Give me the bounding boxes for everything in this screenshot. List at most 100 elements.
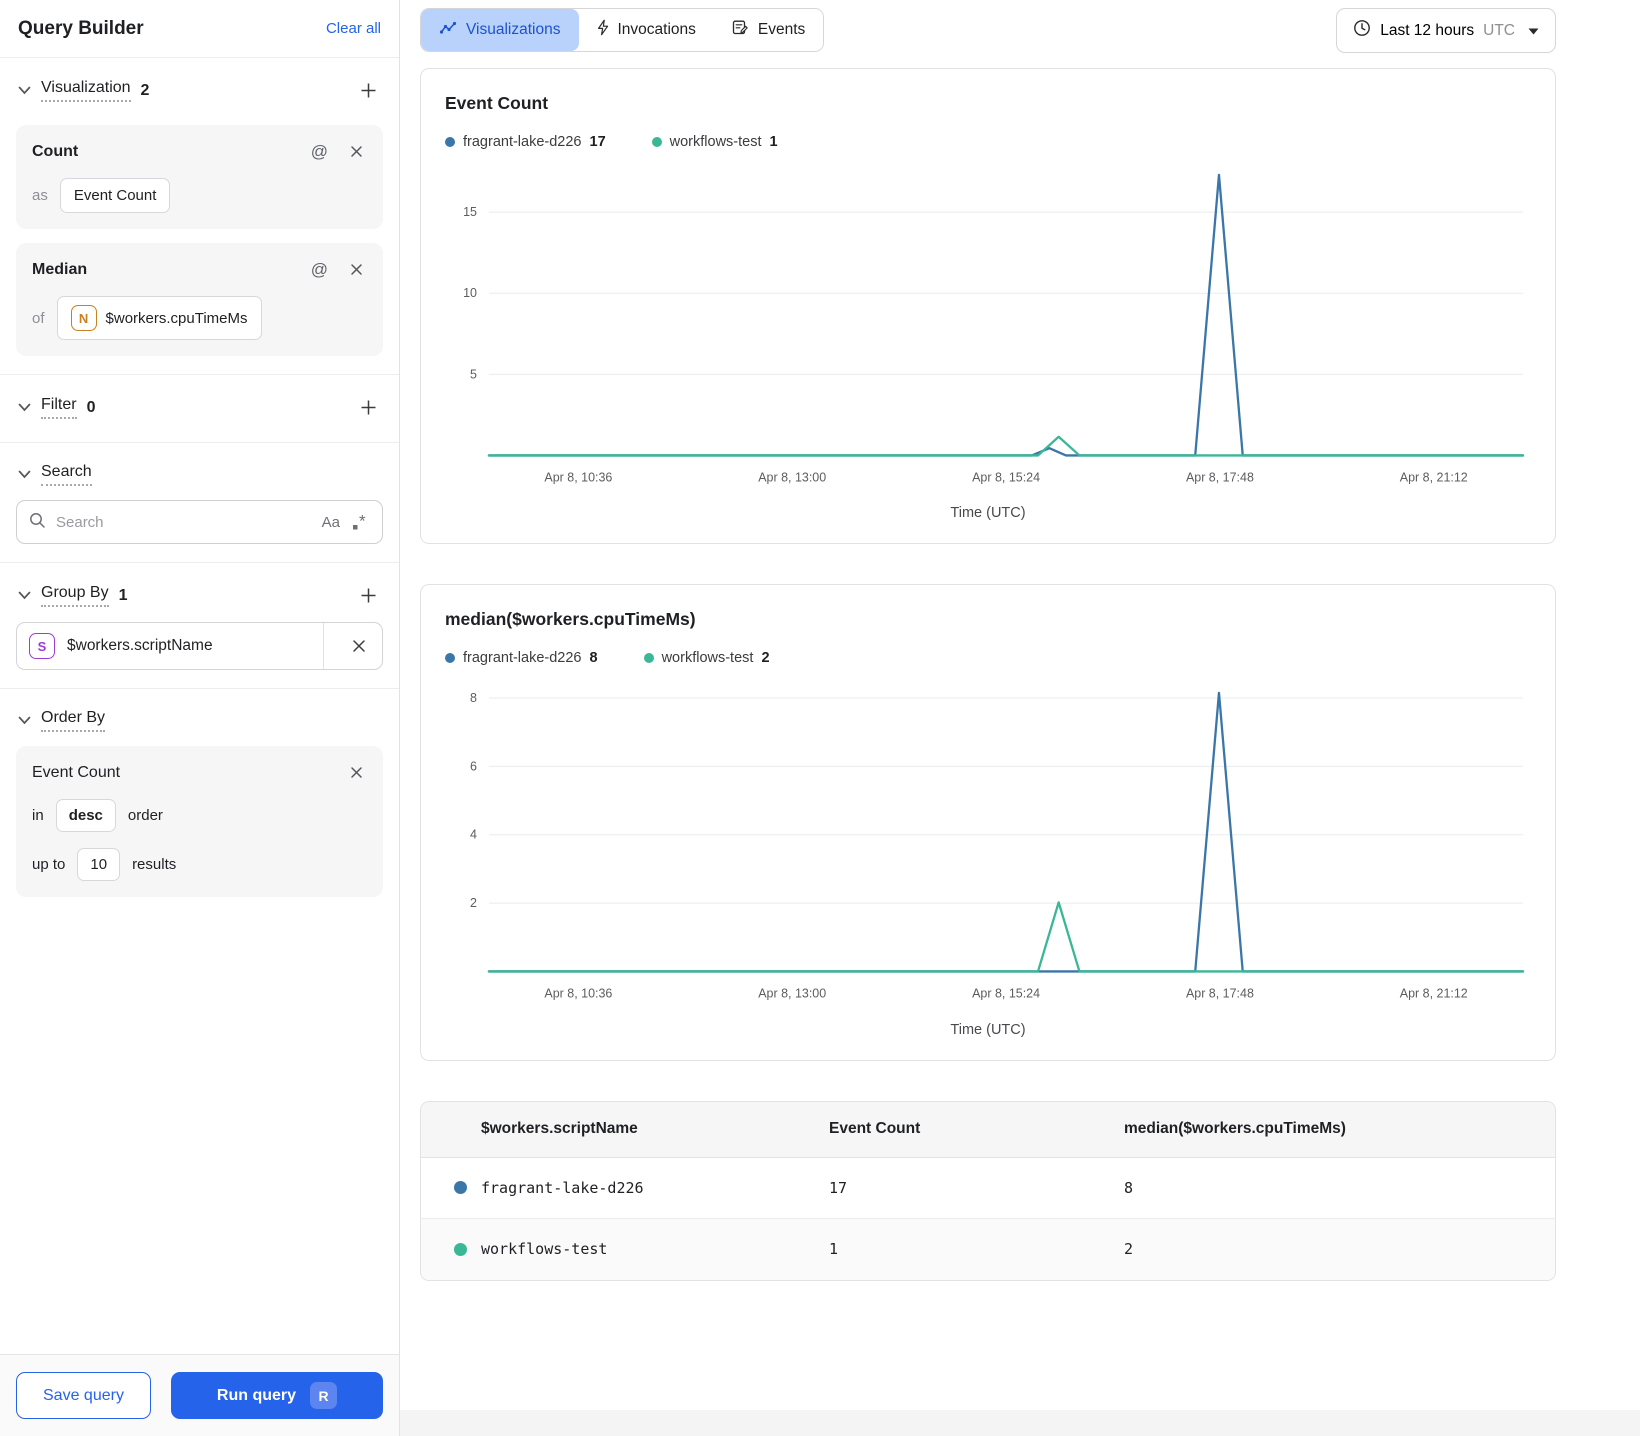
- at-sign-icon[interactable]: @: [311, 142, 328, 162]
- in-label: in: [32, 807, 44, 824]
- search-section-label[interactable]: Search: [41, 463, 92, 486]
- plus-icon: [361, 400, 376, 415]
- legend-item[interactable]: workflows-test 1: [651, 134, 778, 150]
- series-total: 2: [761, 650, 770, 667]
- tab-invocations[interactable]: Invocations: [578, 9, 714, 51]
- clear-all-button[interactable]: Clear all: [326, 20, 381, 37]
- visualization-count: 2: [140, 81, 150, 99]
- add-filter-button[interactable]: [356, 395, 381, 420]
- add-group-by-button[interactable]: [356, 583, 381, 608]
- page-title: Query Builder: [18, 17, 144, 39]
- series-total: 17: [589, 134, 606, 150]
- time-range-select[interactable]: Last 12 hours UTC: [1336, 8, 1556, 53]
- visualization-card-title: Median: [32, 260, 88, 278]
- remove-visualization-button[interactable]: [346, 259, 367, 280]
- svg-text:Apr 8, 15:24: Apr 8, 15:24: [972, 987, 1040, 1001]
- keyboard-shortcut-badge: R: [310, 1382, 338, 1409]
- series-dot: [445, 653, 455, 664]
- chevron-down-icon[interactable]: [18, 712, 31, 729]
- section-filter: Filter 0: [0, 375, 399, 443]
- series-dot: [454, 1242, 467, 1256]
- series-name: fragrant-lake-d226: [463, 650, 582, 667]
- column-header-event-count[interactable]: Event Count: [829, 1120, 1124, 1138]
- script-name-cell: workflows-test: [481, 1240, 608, 1259]
- group-by-item[interactable]: S $workers.scriptName: [16, 622, 383, 670]
- up-to-label: up to: [32, 856, 66, 873]
- tab-label: Events: [757, 21, 806, 38]
- query-builder-sidebar: Query Builder Clear all Visualization 2 …: [0, 0, 400, 1436]
- event-count-plot[interactable]: 5 10 15 Apr 8, 10:36 Apr 8, 13:00 Apr 8, 15:2…: [445, 158, 1531, 503]
- group-by-section-label[interactable]: Group By: [41, 584, 109, 607]
- of-label: of: [32, 309, 45, 327]
- remove-order-by-button[interactable]: [346, 762, 367, 783]
- median-cputime-plot[interactable]: 2 4 6 8 Apr 8, 10:36 Apr 8, 13:00 Apr 8, 15:24…: [445, 674, 1531, 1019]
- visualization-alias-field[interactable]: Event Count: [59, 178, 171, 213]
- legend-item[interactable]: fragrant-lake-d226 17: [445, 134, 606, 150]
- line-chart-icon: [439, 21, 457, 40]
- series-dot: [643, 653, 654, 664]
- svg-text:15: 15: [463, 205, 477, 219]
- svg-text:Apr 8, 17:48: Apr 8, 17:48: [1186, 470, 1254, 484]
- chart-legend: fragrant-lake-d226 8 workflows-test 2: [445, 650, 1531, 666]
- result-limit-input[interactable]: 10: [77, 848, 121, 881]
- results-label: results: [132, 856, 177, 873]
- search-input[interactable]: [56, 513, 312, 531]
- view-tabs: Visualizations Invocations Events: [420, 8, 825, 52]
- series-dot: [445, 137, 455, 147]
- column-header-script-name[interactable]: $workers.scriptName: [421, 1120, 829, 1138]
- tab-visualizations[interactable]: Visualizations: [421, 9, 579, 51]
- visualization-section-label[interactable]: Visualization: [41, 79, 131, 102]
- save-query-button[interactable]: Save query: [16, 1372, 151, 1419]
- filter-section-label[interactable]: Filter: [41, 396, 77, 419]
- svg-text:Apr 8, 10:36: Apr 8, 10:36: [544, 987, 612, 1001]
- order-direction-select[interactable]: desc: [55, 799, 116, 832]
- column-header-median[interactable]: median($workers.cpuTimeMs): [1124, 1120, 1555, 1138]
- chevron-down-icon[interactable]: [18, 82, 31, 99]
- search-icon: [29, 512, 46, 533]
- svg-text:Apr 8, 13:00: Apr 8, 13:00: [758, 470, 826, 484]
- timezone-label: UTC: [1483, 21, 1515, 39]
- svg-text:Apr 8, 21:12: Apr 8, 21:12: [1400, 987, 1468, 1001]
- search-box: Aa *: [16, 500, 383, 544]
- chart-title: median($workers.cpuTimeMs): [445, 609, 696, 630]
- series-total: 8: [589, 650, 598, 667]
- svg-text:Apr 8, 10:36: Apr 8, 10:36: [544, 470, 612, 484]
- visualization-card-title: Count: [32, 142, 79, 160]
- event-count-chart-card: Event Count fragrant-lake-d226 17 workfl…: [420, 68, 1556, 545]
- visualization-field-select[interactable]: N $workers.cpuTimeMs: [56, 296, 262, 340]
- chevron-down-icon[interactable]: [18, 587, 31, 604]
- string-type-icon: S: [29, 633, 55, 659]
- table-row[interactable]: workflows-test 1 2: [421, 1218, 1555, 1280]
- svg-text:4: 4: [470, 828, 477, 842]
- tab-events[interactable]: Events: [713, 9, 824, 51]
- run-query-button[interactable]: Run query R: [170, 1372, 383, 1419]
- series-name: fragrant-lake-d226: [463, 134, 582, 150]
- group-by-field: $workers.scriptName: [67, 637, 213, 654]
- table-row[interactable]: fragrant-lake-d226 17 8: [421, 1158, 1555, 1219]
- close-icon: [351, 146, 362, 157]
- event-note-icon: [732, 19, 749, 41]
- regex-icon[interactable]: *: [350, 514, 370, 531]
- add-visualization-button[interactable]: [356, 78, 381, 103]
- sidebar-footer: Save query Run query R: [0, 1354, 399, 1436]
- at-sign-icon[interactable]: @: [311, 260, 328, 280]
- match-case-icon[interactable]: Aa: [322, 514, 340, 531]
- as-label: as: [32, 187, 48, 204]
- order-by-card: Event Count in desc order up to 10 resul…: [16, 746, 383, 897]
- legend-item[interactable]: workflows-test 2: [643, 650, 770, 667]
- plus-icon: [361, 588, 376, 603]
- close-icon: [353, 640, 365, 652]
- chevron-down-icon[interactable]: [18, 399, 31, 416]
- remove-visualization-button[interactable]: [346, 141, 367, 162]
- remove-group-by-button[interactable]: [336, 623, 382, 669]
- series-total: 1: [769, 134, 778, 150]
- legend-item[interactable]: fragrant-lake-d226 8: [445, 650, 598, 666]
- order-label: order: [127, 807, 163, 824]
- chevron-down-icon[interactable]: [18, 466, 31, 483]
- svg-text:*: *: [359, 514, 366, 531]
- section-group-by: Group By 1 S $workers.scriptName: [0, 563, 399, 689]
- tab-label: Visualizations: [466, 21, 561, 38]
- close-icon: [351, 767, 362, 778]
- order-by-section-label[interactable]: Order By: [41, 709, 106, 732]
- time-range-label: Last 12 hours: [1380, 21, 1475, 39]
